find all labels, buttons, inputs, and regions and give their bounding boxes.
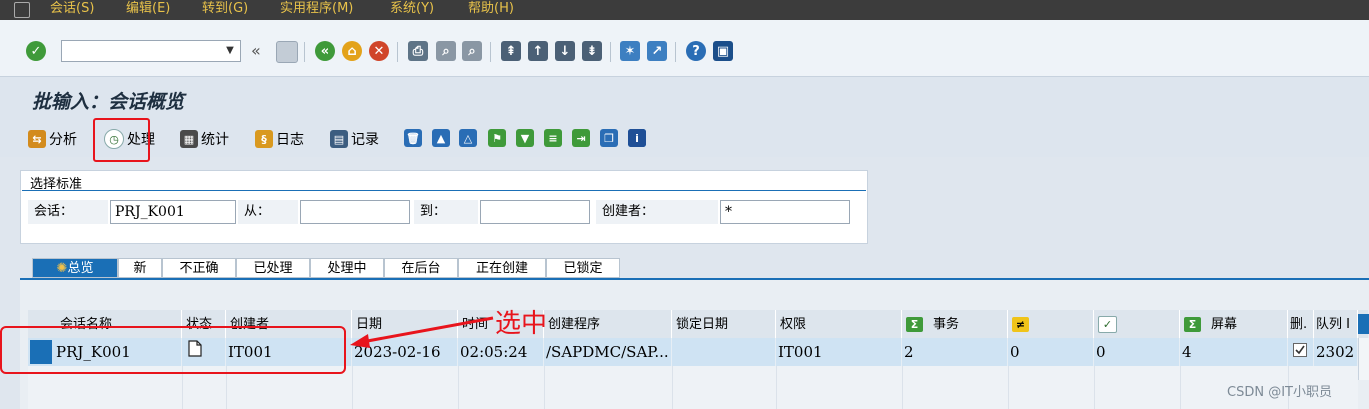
- shortcut-icon[interactable]: ↗: [647, 41, 667, 61]
- export-icon[interactable]: ⇥: [572, 129, 590, 147]
- menu-utilities[interactable]: 实用程序(M): [280, 0, 353, 20]
- to-label: 到：: [414, 200, 478, 224]
- tab-processed[interactable]: 已处理: [236, 258, 310, 278]
- statistics-grid-icon: ▦: [180, 130, 198, 148]
- copy-icon[interactable]: ❐: [600, 129, 618, 147]
- cell-queue[interactable]: 2302: [1314, 338, 1358, 366]
- log-button[interactable]: § 日志: [255, 127, 304, 151]
- help-icon[interactable]: ?: [686, 41, 706, 61]
- col-delete[interactable]: 删.: [1288, 310, 1314, 338]
- column-settings-icon[interactable]: [1358, 314, 1369, 334]
- col-transactions[interactable]: Σ 事务: [902, 310, 1008, 338]
- record-button[interactable]: ▤ 记录: [330, 127, 379, 151]
- menu-edit[interactable]: 编辑(E): [126, 0, 170, 20]
- release-flag-icon[interactable]: ⚑: [488, 129, 506, 147]
- menu-goto[interactable]: 转到(G): [202, 0, 248, 20]
- menu-session[interactable]: 会话(S): [50, 0, 94, 20]
- tab-background[interactable]: 在后台: [384, 258, 458, 278]
- sum-icon: Σ: [906, 317, 923, 332]
- tab-locked[interactable]: 已锁定: [546, 258, 620, 278]
- from-input[interactable]: [300, 200, 410, 224]
- menu-bar: 会话(S) 编辑(E) 转到(G) 实用程序(M) 系统(Y) 帮助(H): [0, 0, 1369, 20]
- filter-icon[interactable]: ▼: [516, 129, 534, 147]
- enter-check-icon[interactable]: ✓: [26, 41, 46, 61]
- cell-program[interactable]: /SAPDMC/SAP...: [544, 338, 672, 366]
- back-arrows-icon[interactable]: «: [251, 41, 261, 60]
- analyze-button[interactable]: ⇆ 分析: [28, 127, 77, 151]
- lock-icon[interactable]: ▲: [432, 129, 450, 147]
- group-title-underline: [22, 190, 866, 191]
- sort-icon[interactable]: ≡: [544, 129, 562, 147]
- page-title: 批输入：会话概览: [32, 91, 185, 113]
- cell-authorization[interactable]: IT001: [776, 338, 902, 366]
- col-processed[interactable]: ✓: [1094, 310, 1180, 338]
- cell-errors[interactable]: 0: [1008, 338, 1094, 366]
- overview-icon: ✺: [56, 261, 68, 276]
- session-input[interactable]: [110, 200, 236, 224]
- first-page-icon[interactable]: ⇞: [501, 41, 521, 61]
- tab-overview[interactable]: ✺总览: [32, 258, 118, 278]
- find-icon[interactable]: ⌕: [436, 41, 456, 61]
- checkbox-checked-icon: [1293, 343, 1307, 357]
- save-icon[interactable]: [276, 41, 298, 63]
- annotation-label: 选中: [495, 309, 548, 339]
- col-lock-date[interactable]: 锁定日期: [672, 310, 776, 338]
- unlock-icon[interactable]: △: [459, 129, 477, 147]
- col-authorization[interactable]: 权限: [776, 310, 902, 338]
- find-next-icon[interactable]: ⌕: [462, 41, 482, 61]
- tab-incorrect[interactable]: 不正确: [162, 258, 236, 278]
- prev-page-icon[interactable]: ↑: [528, 41, 548, 61]
- process-highlight-box: [93, 118, 150, 162]
- cell-delete[interactable]: [1288, 338, 1314, 366]
- col-screens[interactable]: Σ 屏幕: [1180, 310, 1288, 338]
- tab-in-process[interactable]: 处理中: [310, 258, 384, 278]
- tab-new[interactable]: 新: [118, 258, 162, 278]
- watermark: CSDN @IT小职员: [1227, 385, 1332, 400]
- record-icon: ▤: [330, 130, 348, 148]
- cancel-icon[interactable]: ✕: [369, 41, 389, 61]
- last-page-icon[interactable]: ⇟: [582, 41, 602, 61]
- menu-system[interactable]: 系统(Y): [390, 0, 434, 20]
- sum-error-icon: ≠: [1012, 317, 1029, 332]
- tab-being-created[interactable]: 正在创建: [458, 258, 546, 278]
- cell-screens[interactable]: 4: [1180, 338, 1288, 366]
- info-icon[interactable]: i: [628, 129, 646, 147]
- selected-row-highlight-box: [0, 326, 346, 374]
- window-icon[interactable]: [14, 2, 30, 18]
- layout-icon[interactable]: ▣: [713, 41, 733, 61]
- next-page-icon[interactable]: ↓: [555, 41, 575, 61]
- from-label: 从：: [238, 200, 298, 224]
- analyze-icon: ⇆: [28, 130, 46, 148]
- menu-help[interactable]: 帮助(H): [468, 0, 514, 20]
- log-scroll-icon: §: [255, 130, 273, 148]
- exit-icon[interactable]: ⌂: [342, 41, 362, 61]
- delete-icon[interactable]: 🗑: [404, 129, 422, 147]
- cell-transactions[interactable]: 2: [902, 338, 1008, 366]
- session-label: 会话：: [28, 200, 108, 224]
- print-icon[interactable]: ⎙: [408, 41, 428, 61]
- creator-label: 创建者：: [596, 200, 718, 224]
- col-program[interactable]: 创建程序: [544, 310, 672, 338]
- statistics-button[interactable]: ▦ 统计: [180, 127, 229, 151]
- annotation-arrow-icon: [350, 316, 494, 348]
- command-field[interactable]: [61, 40, 241, 62]
- cell-lock-date[interactable]: [672, 338, 776, 366]
- to-input[interactable]: [480, 200, 590, 224]
- creator-input[interactable]: [720, 200, 850, 224]
- chevron-down-icon[interactable]: ▼: [221, 42, 239, 60]
- cell-processed[interactable]: 0: [1094, 338, 1180, 366]
- sum-check-icon: ✓: [1098, 316, 1117, 333]
- vertical-scrollbar[interactable]: [1358, 338, 1369, 380]
- sum-screens-icon: Σ: [1184, 317, 1201, 332]
- title-area: [0, 77, 1369, 121]
- col-errors[interactable]: ≠: [1008, 310, 1094, 338]
- back-icon[interactable]: «: [315, 41, 335, 61]
- col-queue[interactable]: 队列 I: [1314, 310, 1358, 338]
- new-session-icon[interactable]: ✶: [620, 41, 640, 61]
